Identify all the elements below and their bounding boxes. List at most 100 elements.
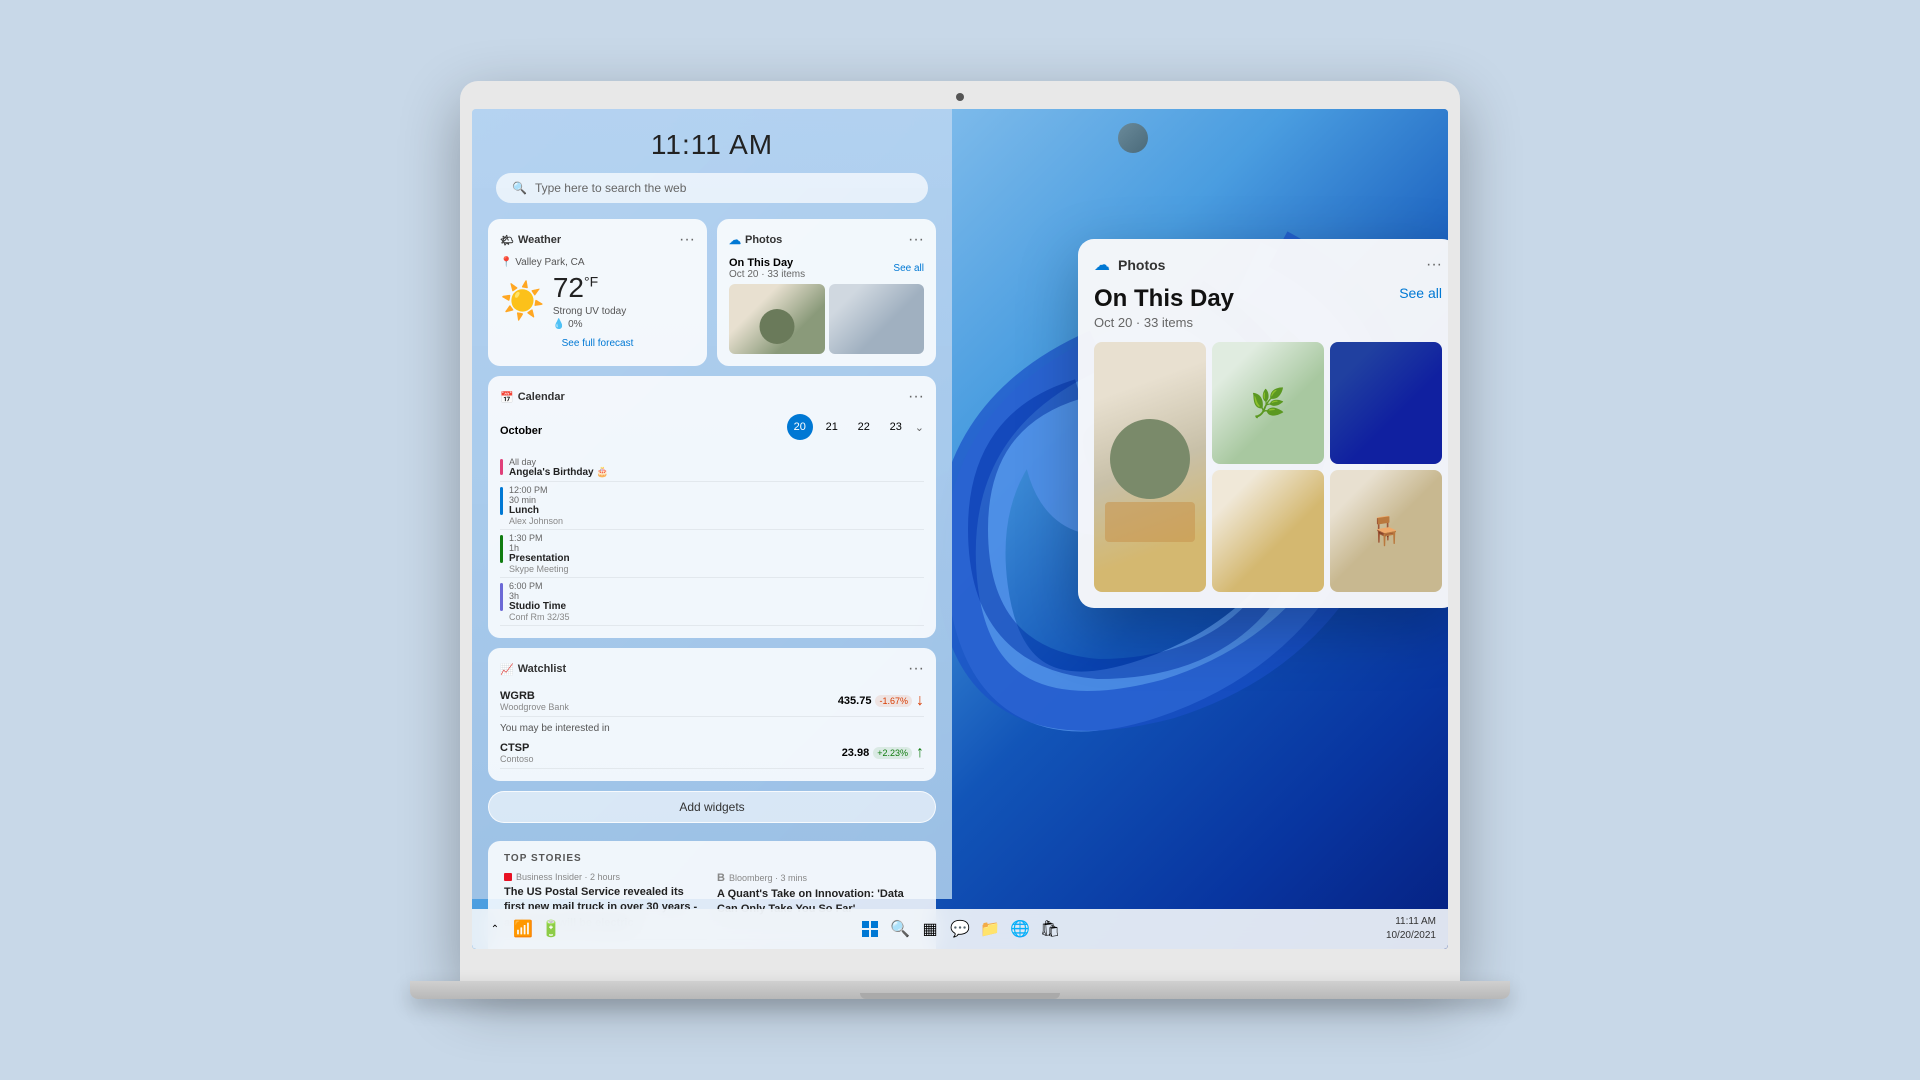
- weather-info: 72°F Strong UV today 💧 0%: [553, 272, 626, 330]
- cal-event-bar-lunch: [500, 487, 503, 515]
- stock-price-wgrb: 435.75: [838, 695, 872, 707]
- cal-event-pres-title: Presentation: [509, 553, 570, 564]
- photos-popup-see-all[interactable]: See all: [1399, 285, 1442, 301]
- photos-popup-grid: [1094, 342, 1442, 592]
- taskbar-right: 11:11 AM 10/20/2021: [1386, 915, 1436, 943]
- photo-thumb-1[interactable]: [729, 284, 825, 354]
- cal-event-studio-time: 6:00 PM3h: [509, 581, 570, 601]
- stock-row-ctsp: CTSP Contoso 23.98 +2.23% ↑: [500, 738, 924, 769]
- calendar-icon: 📅: [500, 391, 514, 404]
- stock-down-icon: ↓: [916, 692, 924, 710]
- taskbar-edge-button[interactable]: 🌐: [1009, 918, 1031, 940]
- stock-symbol-wgrb: WGRB: [500, 690, 569, 702]
- taskbar-widgets-button[interactable]: ▦: [919, 918, 941, 940]
- taskbar-store-button[interactable]: 🛍: [1039, 918, 1061, 940]
- cal-day-21[interactable]: 21: [819, 414, 845, 440]
- search-icon: 🔍: [512, 181, 527, 195]
- taskbar-files-button[interactable]: 📁: [979, 918, 1001, 940]
- watchlist-icon: 📈: [500, 663, 514, 676]
- photos-popup-title-row: ☁ Photos: [1094, 255, 1165, 275]
- news-source-icon-2: B: [717, 872, 725, 884]
- search-placeholder: Type here to search the web: [535, 181, 686, 195]
- photo-thumb-2[interactable]: [829, 284, 925, 354]
- popup-photo-3[interactable]: [1330, 342, 1442, 464]
- watchlist-suggestion: You may be interested in: [500, 723, 924, 734]
- popup-photo-2[interactable]: [1212, 342, 1324, 464]
- taskbar-clock[interactable]: 11:11 AM 10/20/2021: [1386, 915, 1436, 943]
- cal-event-studio-title: Studio Time: [509, 601, 570, 612]
- watchlist-widget: 📈 Watchlist ··· WGRB Woodgrove Bank: [488, 648, 936, 781]
- cal-more-icon[interactable]: ⌄: [915, 421, 924, 434]
- cal-event-studio-sub: Conf Rm 32/35: [509, 612, 570, 622]
- photos-widget: ☁ Photos ··· On This Day Oct 20 · 33 ite…: [717, 219, 936, 366]
- stock-change-wgrb: -1.67%: [875, 695, 912, 707]
- popup-photo-4[interactable]: [1212, 470, 1324, 592]
- calendar-title: 📅 Calendar: [500, 391, 565, 404]
- watchlist-more-button[interactable]: ···: [908, 660, 924, 678]
- taskbar-search-button[interactable]: 🔍: [889, 918, 911, 940]
- taskbar-start-button[interactable]: [859, 918, 881, 940]
- taskbar-left: ⌃ 📶 🔋: [484, 918, 562, 940]
- laptop-base: [410, 981, 1510, 999]
- widget-clock: 11:11 AM: [472, 109, 952, 173]
- weather-icon-small: 🌤: [500, 234, 514, 247]
- taskbar: ⌃ 📶 🔋 🔍 ▦: [472, 909, 1448, 949]
- stock-company-ctsp: Contoso: [500, 754, 534, 764]
- photos-header: ☁ Photos ···: [729, 231, 924, 249]
- news-source-1: Business Insider · 2 hours: [504, 872, 707, 882]
- stock-row-wgrb: WGRB Woodgrove Bank 435.75 -1.67% ↓: [500, 686, 924, 717]
- stock-symbol-ctsp: CTSP: [500, 742, 534, 754]
- weather-header: 🌤 Weather ···: [500, 231, 695, 249]
- search-bar[interactable]: 🔍 Type here to search the web: [496, 173, 928, 203]
- photos-cloud-icon: ☁: [729, 233, 741, 247]
- cal-day-22[interactable]: 22: [851, 414, 877, 440]
- weather-title: 🌤 Weather: [500, 234, 561, 247]
- photos-section-title: On This Day: [729, 257, 805, 269]
- popup-photo-1[interactable]: [1094, 342, 1206, 592]
- widgets-grid: 🌤 Weather ··· 📍 Valley Park, CA ☀️: [472, 219, 952, 949]
- photos-more-button[interactable]: ···: [908, 231, 924, 249]
- cal-event-lunch-title: Lunch: [509, 505, 563, 516]
- cal-event-lunch: 12:00 PM30 min Lunch Alex Johnson: [500, 482, 924, 530]
- taskbar-time-display: 11:11 AM: [1386, 915, 1436, 929]
- weather-forecast-link[interactable]: See full forecast: [500, 338, 695, 349]
- calendar-month: October: [500, 425, 542, 437]
- cal-event-birthday: All day Angela's Birthday 🎂: [500, 454, 924, 482]
- taskbar-wifi-icon[interactable]: 📶: [512, 918, 534, 940]
- weather-content: ☀️ 72°F Strong UV today 💧 0%: [500, 272, 695, 330]
- weather-location: 📍 Valley Park, CA: [500, 257, 695, 268]
- popup-photo-5[interactable]: [1330, 470, 1442, 592]
- windows-logo-icon: [861, 920, 879, 938]
- cal-event-allday: All day: [509, 457, 609, 467]
- photos-popup-more-button[interactable]: ···: [1426, 256, 1442, 274]
- taskbar-center: 🔍 ▦ 💬 📁 🌐 🛍: [859, 918, 1061, 940]
- cal-event-bar-pres: [500, 535, 503, 563]
- cal-event-birthday-title: Angela's Birthday 🎂: [509, 467, 609, 478]
- calendar-more-button[interactable]: ···: [908, 388, 924, 406]
- cal-day-23[interactable]: 23: [883, 414, 909, 440]
- photos-popup-title: Photos: [1118, 257, 1165, 273]
- taskbar-chevron-icon[interactable]: ⌃: [484, 918, 506, 940]
- photos-see-all-link[interactable]: See all: [893, 263, 924, 274]
- cal-event-lunch-sub: Alex Johnson: [509, 516, 563, 526]
- taskbar-chat-button[interactable]: 💬: [949, 918, 971, 940]
- watchlist-header: 📈 Watchlist ···: [500, 660, 924, 678]
- avatar[interactable]: [1118, 123, 1148, 153]
- watchlist-title: 📈 Watchlist: [500, 663, 566, 676]
- stock-change-ctsp: +2.23%: [873, 747, 912, 759]
- photos-popup-cloud-icon: ☁: [1094, 255, 1110, 275]
- add-widgets-button[interactable]: Add widgets: [488, 791, 936, 823]
- cal-event-pres-time: 1:30 PM1h: [509, 533, 570, 553]
- calendar-header: 📅 Calendar ···: [500, 388, 924, 406]
- widget-panel: 11:11 AM 🔍 Type here to search the web 🌤…: [472, 109, 952, 899]
- weather-widget: 🌤 Weather ··· 📍 Valley Park, CA ☀️: [488, 219, 707, 366]
- photos-popup-subtitle: Oct 20 · 33 items: [1094, 315, 1234, 330]
- photos-popup-header: ☁ Photos ···: [1094, 255, 1442, 275]
- cal-day-20[interactable]: 20: [787, 414, 813, 440]
- photos-popup-card: ☁ Photos ··· On This Day Oct 20 · 33 ite…: [1078, 239, 1448, 608]
- stock-price-ctsp: 23.98: [842, 747, 870, 759]
- weather-more-button[interactable]: ···: [679, 231, 695, 249]
- weather-condition: Strong UV today: [553, 306, 626, 317]
- taskbar-battery-icon[interactable]: 🔋: [540, 918, 562, 940]
- news-source-icon-1: [504, 873, 512, 881]
